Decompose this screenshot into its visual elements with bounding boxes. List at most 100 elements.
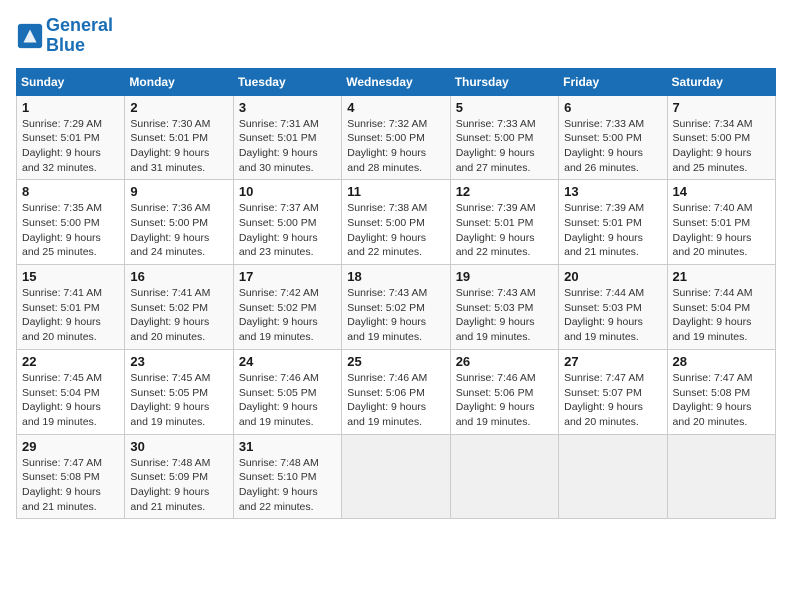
day-number: 7: [673, 100, 770, 115]
weekday-header-tuesday: Tuesday: [233, 68, 341, 95]
calendar-cell: [559, 434, 667, 519]
sunset-label: Sunset: 5:04 PM: [673, 302, 751, 314]
daylight-label: Daylight: 9 hours and 20 minutes.: [673, 401, 752, 428]
calendar-cell: 17 Sunrise: 7:42 AM Sunset: 5:02 PM Dayl…: [233, 265, 341, 350]
daylight-label: Daylight: 9 hours and 31 minutes.: [130, 147, 209, 174]
daylight-label: Daylight: 9 hours and 19 minutes.: [239, 401, 318, 428]
day-info: Sunrise: 7:35 AM Sunset: 5:00 PM Dayligh…: [22, 201, 119, 260]
calendar-cell: 9 Sunrise: 7:36 AM Sunset: 5:00 PM Dayli…: [125, 180, 233, 265]
sunset-label: Sunset: 5:00 PM: [130, 217, 208, 229]
sunset-label: Sunset: 5:04 PM: [22, 387, 100, 399]
sunset-label: Sunset: 5:07 PM: [564, 387, 642, 399]
calendar-week-2: 8 Sunrise: 7:35 AM Sunset: 5:00 PM Dayli…: [17, 180, 776, 265]
sunrise-label: Sunrise: 7:37 AM: [239, 202, 319, 214]
logo-text: General Blue: [46, 16, 113, 56]
day-number: 15: [22, 269, 119, 284]
calendar-table: SundayMondayTuesdayWednesdayThursdayFrid…: [16, 68, 776, 520]
day-info: Sunrise: 7:41 AM Sunset: 5:02 PM Dayligh…: [130, 286, 227, 345]
calendar-cell: 6 Sunrise: 7:33 AM Sunset: 5:00 PM Dayli…: [559, 95, 667, 180]
sunrise-label: Sunrise: 7:30 AM: [130, 118, 210, 130]
daylight-label: Daylight: 9 hours and 19 minutes.: [347, 401, 426, 428]
calendar-week-4: 22 Sunrise: 7:45 AM Sunset: 5:04 PM Dayl…: [17, 349, 776, 434]
daylight-label: Daylight: 9 hours and 19 minutes.: [22, 401, 101, 428]
day-info: Sunrise: 7:44 AM Sunset: 5:04 PM Dayligh…: [673, 286, 770, 345]
page-header: General Blue: [16, 16, 776, 56]
sunset-label: Sunset: 5:09 PM: [130, 471, 208, 483]
sunset-label: Sunset: 5:00 PM: [347, 217, 425, 229]
sunrise-label: Sunrise: 7:44 AM: [564, 287, 644, 299]
day-info: Sunrise: 7:45 AM Sunset: 5:04 PM Dayligh…: [22, 371, 119, 430]
day-info: Sunrise: 7:38 AM Sunset: 5:00 PM Dayligh…: [347, 201, 444, 260]
calendar-cell: 15 Sunrise: 7:41 AM Sunset: 5:01 PM Dayl…: [17, 265, 125, 350]
daylight-label: Daylight: 9 hours and 24 minutes.: [130, 232, 209, 259]
day-info: Sunrise: 7:31 AM Sunset: 5:01 PM Dayligh…: [239, 117, 336, 176]
day-number: 12: [456, 184, 553, 199]
day-number: 11: [347, 184, 444, 199]
sunrise-label: Sunrise: 7:43 AM: [456, 287, 536, 299]
calendar-cell: 26 Sunrise: 7:46 AM Sunset: 5:06 PM Dayl…: [450, 349, 558, 434]
day-number: 20: [564, 269, 661, 284]
sunrise-label: Sunrise: 7:36 AM: [130, 202, 210, 214]
daylight-label: Daylight: 9 hours and 20 minutes.: [564, 401, 643, 428]
sunset-label: Sunset: 5:01 PM: [130, 132, 208, 144]
calendar-cell: 20 Sunrise: 7:44 AM Sunset: 5:03 PM Dayl…: [559, 265, 667, 350]
calendar-cell: 23 Sunrise: 7:45 AM Sunset: 5:05 PM Dayl…: [125, 349, 233, 434]
sunrise-label: Sunrise: 7:40 AM: [673, 202, 753, 214]
sunrise-label: Sunrise: 7:47 AM: [564, 372, 644, 384]
day-number: 16: [130, 269, 227, 284]
sunrise-label: Sunrise: 7:29 AM: [22, 118, 102, 130]
day-info: Sunrise: 7:43 AM Sunset: 5:03 PM Dayligh…: [456, 286, 553, 345]
weekday-header-sunday: Sunday: [17, 68, 125, 95]
daylight-label: Daylight: 9 hours and 19 minutes.: [347, 316, 426, 343]
day-number: 9: [130, 184, 227, 199]
sunset-label: Sunset: 5:05 PM: [239, 387, 317, 399]
calendar-cell: [342, 434, 450, 519]
calendar-cell: 29 Sunrise: 7:47 AM Sunset: 5:08 PM Dayl…: [17, 434, 125, 519]
day-number: 29: [22, 439, 119, 454]
sunset-label: Sunset: 5:01 PM: [22, 302, 100, 314]
day-number: 30: [130, 439, 227, 454]
day-info: Sunrise: 7:33 AM Sunset: 5:00 PM Dayligh…: [564, 117, 661, 176]
weekday-header-friday: Friday: [559, 68, 667, 95]
daylight-label: Daylight: 9 hours and 19 minutes.: [456, 401, 535, 428]
sunset-label: Sunset: 5:00 PM: [22, 217, 100, 229]
sunrise-label: Sunrise: 7:33 AM: [564, 118, 644, 130]
calendar-cell: 28 Sunrise: 7:47 AM Sunset: 5:08 PM Dayl…: [667, 349, 775, 434]
daylight-label: Daylight: 9 hours and 32 minutes.: [22, 147, 101, 174]
sunset-label: Sunset: 5:00 PM: [456, 132, 534, 144]
sunrise-label: Sunrise: 7:39 AM: [456, 202, 536, 214]
day-number: 25: [347, 354, 444, 369]
day-info: Sunrise: 7:47 AM Sunset: 5:08 PM Dayligh…: [673, 371, 770, 430]
sunset-label: Sunset: 5:10 PM: [239, 471, 317, 483]
sunset-label: Sunset: 5:02 PM: [239, 302, 317, 314]
weekday-header-saturday: Saturday: [667, 68, 775, 95]
day-number: 4: [347, 100, 444, 115]
calendar-cell: 25 Sunrise: 7:46 AM Sunset: 5:06 PM Dayl…: [342, 349, 450, 434]
daylight-label: Daylight: 9 hours and 20 minutes.: [673, 232, 752, 259]
sunset-label: Sunset: 5:00 PM: [347, 132, 425, 144]
day-number: 6: [564, 100, 661, 115]
sunset-label: Sunset: 5:08 PM: [22, 471, 100, 483]
day-number: 24: [239, 354, 336, 369]
day-info: Sunrise: 7:34 AM Sunset: 5:00 PM Dayligh…: [673, 117, 770, 176]
daylight-label: Daylight: 9 hours and 22 minutes.: [347, 232, 426, 259]
day-info: Sunrise: 7:30 AM Sunset: 5:01 PM Dayligh…: [130, 117, 227, 176]
calendar-cell: [450, 434, 558, 519]
sunset-label: Sunset: 5:00 PM: [564, 132, 642, 144]
sunrise-label: Sunrise: 7:31 AM: [239, 118, 319, 130]
sunset-label: Sunset: 5:05 PM: [130, 387, 208, 399]
daylight-label: Daylight: 9 hours and 21 minutes.: [130, 486, 209, 513]
calendar-cell: [667, 434, 775, 519]
calendar-cell: 8 Sunrise: 7:35 AM Sunset: 5:00 PM Dayli…: [17, 180, 125, 265]
day-number: 28: [673, 354, 770, 369]
calendar-cell: 12 Sunrise: 7:39 AM Sunset: 5:01 PM Dayl…: [450, 180, 558, 265]
sunrise-label: Sunrise: 7:47 AM: [673, 372, 753, 384]
calendar-week-3: 15 Sunrise: 7:41 AM Sunset: 5:01 PM Dayl…: [17, 265, 776, 350]
day-info: Sunrise: 7:33 AM Sunset: 5:00 PM Dayligh…: [456, 117, 553, 176]
day-number: 17: [239, 269, 336, 284]
logo-icon: [16, 22, 44, 50]
calendar-cell: 27 Sunrise: 7:47 AM Sunset: 5:07 PM Dayl…: [559, 349, 667, 434]
calendar-cell: 21 Sunrise: 7:44 AM Sunset: 5:04 PM Dayl…: [667, 265, 775, 350]
day-info: Sunrise: 7:46 AM Sunset: 5:06 PM Dayligh…: [456, 371, 553, 430]
sunset-label: Sunset: 5:00 PM: [239, 217, 317, 229]
